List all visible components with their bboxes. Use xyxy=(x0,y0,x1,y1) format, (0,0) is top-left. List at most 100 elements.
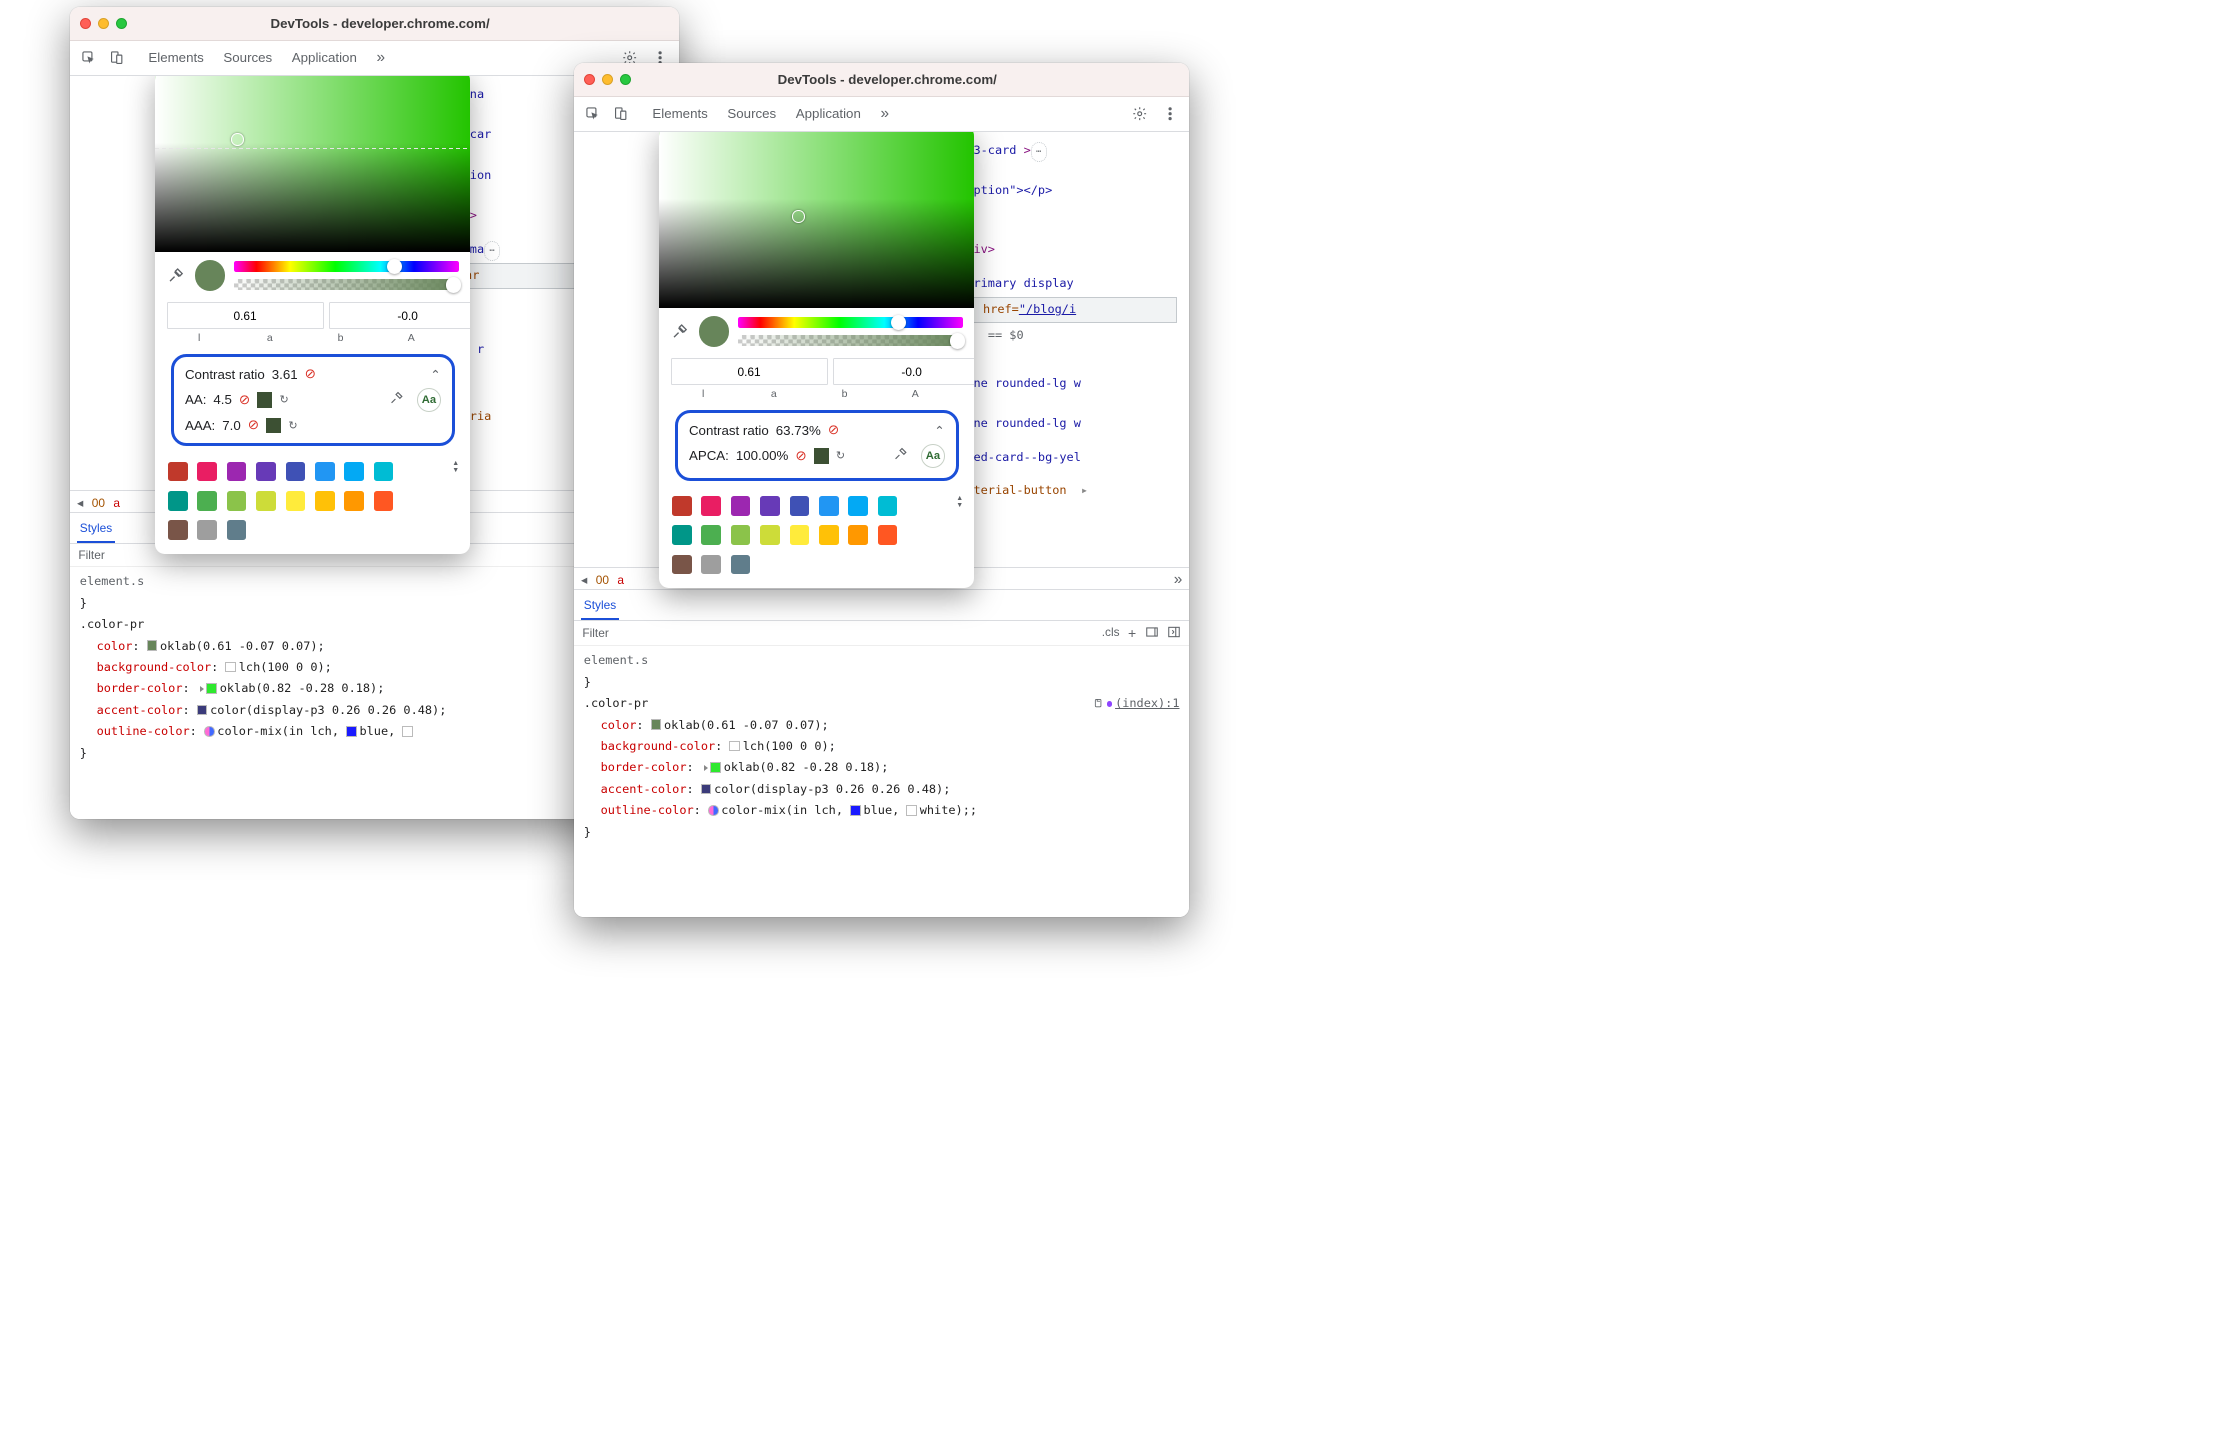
css-prop[interactable]: background-color xyxy=(97,660,212,674)
breadcrumb[interactable]: a xyxy=(617,573,624,587)
palette-swatch[interactable] xyxy=(227,491,247,511)
saturation-area[interactable] xyxy=(659,132,974,308)
close-icon[interactable] xyxy=(584,74,595,85)
suggested-swatch[interactable] xyxy=(257,392,272,407)
palette-swatch[interactable] xyxy=(731,496,751,516)
reload-icon[interactable]: ↻ xyxy=(836,449,845,462)
more-ellipsis-icon[interactable]: ⋯ xyxy=(484,241,500,261)
eyedropper-icon[interactable] xyxy=(167,266,187,286)
css-prop[interactable]: color xyxy=(97,639,133,653)
filter-label[interactable]: Filter xyxy=(78,548,104,562)
computed-toggle-icon[interactable] xyxy=(1145,625,1159,641)
css-prop[interactable]: accent-color xyxy=(97,703,183,717)
palette-swatch[interactable] xyxy=(848,525,868,545)
palette-swatch[interactable] xyxy=(168,491,188,511)
css-value[interactable]: oklab(0.61 -0.07 0.07) xyxy=(160,639,318,653)
filter-label[interactable]: Filter xyxy=(582,626,608,640)
more-tabs-icon[interactable]: » xyxy=(1174,571,1183,589)
maximize-icon[interactable] xyxy=(620,74,631,85)
gear-icon[interactable] xyxy=(1129,103,1150,124)
prev-icon[interactable]: ◂ xyxy=(581,572,587,587)
more-tabs-icon[interactable]: » xyxy=(880,105,889,123)
close-icon[interactable] xyxy=(80,18,91,29)
saturation-cursor-icon[interactable] xyxy=(792,210,805,223)
input-a[interactable] xyxy=(329,302,470,329)
breadcrumb[interactable]: a xyxy=(113,496,120,510)
palette-swatch[interactable] xyxy=(197,491,217,511)
expand-icon[interactable] xyxy=(704,765,708,771)
sidebar-toggle-icon[interactable] xyxy=(1167,625,1181,641)
palette-swatch[interactable] xyxy=(878,496,898,516)
palette-swatch[interactable] xyxy=(227,520,247,540)
minimize-icon[interactable] xyxy=(602,74,613,85)
tab-sources[interactable]: Sources xyxy=(223,49,272,67)
collapse-icon[interactable]: ⌃ xyxy=(430,367,441,382)
palette-swatch[interactable] xyxy=(197,462,217,482)
tab-application[interactable]: Application xyxy=(292,49,357,67)
pick-bg-icon[interactable] xyxy=(389,390,409,410)
palette-swatch[interactable] xyxy=(848,496,868,516)
css-prop[interactable]: color xyxy=(601,718,637,732)
css-prop[interactable]: outline-color xyxy=(97,724,190,738)
titlebar[interactable]: DevTools - developer.chrome.com/ xyxy=(574,63,1189,97)
palette-swatch[interactable] xyxy=(672,496,692,516)
breadcrumb[interactable]: 00 xyxy=(596,573,609,587)
pick-bg-icon[interactable] xyxy=(893,446,913,466)
input-a[interactable] xyxy=(833,358,974,385)
expand-icon[interactable] xyxy=(200,686,204,692)
prev-icon[interactable]: ◂ xyxy=(77,495,83,510)
palette-swatch[interactable] xyxy=(760,525,780,545)
eyedropper-icon[interactable] xyxy=(671,322,691,342)
tab-application[interactable]: Application xyxy=(796,105,861,123)
link-href[interactable]: "/blog/i xyxy=(1019,302,1076,316)
reload-icon[interactable]: ↻ xyxy=(288,419,297,432)
suggested-swatch[interactable] xyxy=(266,418,281,433)
inspect-icon[interactable] xyxy=(78,47,99,68)
hue-slider[interactable] xyxy=(234,261,459,272)
palette-swatch[interactable] xyxy=(701,555,721,575)
css-value[interactable]: color-mix(in lch, xyxy=(721,803,843,817)
tab-styles[interactable]: Styles xyxy=(77,516,115,543)
tab-sources[interactable]: Sources xyxy=(727,105,776,123)
inspect-icon[interactable] xyxy=(582,103,603,124)
more-tabs-icon[interactable]: » xyxy=(376,49,385,67)
alpha-slider[interactable] xyxy=(738,335,963,346)
hue-slider[interactable] xyxy=(738,317,963,328)
palette-swatch[interactable] xyxy=(286,491,306,511)
css-prop[interactable]: border-color xyxy=(601,760,687,774)
device-mode-icon[interactable] xyxy=(610,103,631,124)
source-link[interactable]: (index):1 xyxy=(1093,693,1180,714)
kebab-icon[interactable] xyxy=(1160,103,1181,124)
palette-swatch[interactable] xyxy=(819,525,839,545)
palette-swatch[interactable] xyxy=(168,462,188,482)
cls-toggle[interactable]: .cls xyxy=(1102,625,1120,641)
palette-swatch[interactable] xyxy=(256,491,276,511)
palette-swatch[interactable] xyxy=(819,496,839,516)
titlebar[interactable]: DevTools - developer.chrome.com/ xyxy=(70,7,679,41)
css-value[interactable]: oklab(0.82 -0.28 0.18) xyxy=(220,681,378,695)
palette-swatch[interactable] xyxy=(672,525,692,545)
palette-swatch[interactable] xyxy=(197,520,217,540)
css-prop[interactable]: accent-color xyxy=(601,782,687,796)
css-prop[interactable]: outline-color xyxy=(601,803,694,817)
reload-icon[interactable]: ↻ xyxy=(279,393,288,406)
palette-swatch[interactable] xyxy=(790,496,810,516)
palette-swatch[interactable] xyxy=(256,462,276,482)
palette-swatch[interactable] xyxy=(701,525,721,545)
palette-swatch[interactable] xyxy=(672,555,692,575)
palette-swatch[interactable] xyxy=(315,491,335,511)
css-prop[interactable]: border-color xyxy=(97,681,183,695)
more-ellipsis-icon[interactable]: ⋯ xyxy=(1031,142,1047,162)
css-value[interactable]: color-mix(in lch, xyxy=(217,724,339,738)
css-value[interactable]: color(display-p3 0.26 0.26 0.48) xyxy=(714,782,943,796)
saturation-cursor-icon[interactable] xyxy=(231,133,244,146)
collapse-icon[interactable]: ⌃ xyxy=(934,423,945,438)
palette-toggle-icon[interactable]: ▲▼ xyxy=(956,495,963,509)
palette-toggle-icon[interactable]: ▲▼ xyxy=(452,460,459,474)
styles-declarations[interactable]: element.s } .color-pr (index):1 color: o… xyxy=(574,646,1189,847)
css-value[interactable]: oklab(0.82 -0.28 0.18) xyxy=(724,760,882,774)
css-value[interactable]: color(display-p3 0.26 0.26 0.48) xyxy=(210,703,439,717)
css-value[interactable]: lch(100 0 0) xyxy=(743,739,829,753)
css-value[interactable]: lch(100 0 0) xyxy=(239,660,325,674)
suggested-swatch[interactable] xyxy=(814,448,829,463)
